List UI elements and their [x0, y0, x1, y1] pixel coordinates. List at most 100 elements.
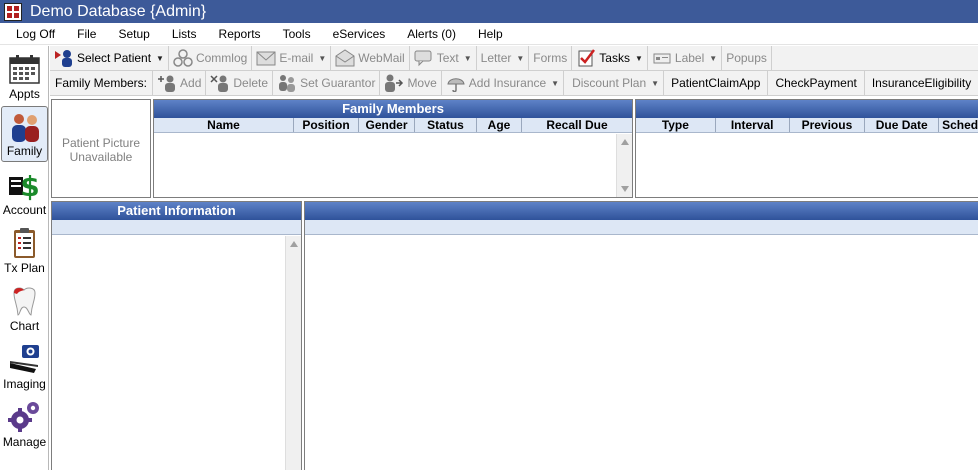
add-insurance-label: Add Insurance	[468, 76, 547, 90]
select-patient-label: Select Patient	[77, 51, 152, 65]
menu-log-off[interactable]: Log Off	[0, 23, 66, 45]
letter-button[interactable]: Letter ▼	[477, 45, 530, 71]
module-label: Imaging	[3, 377, 46, 391]
tasks-label: Tasks	[599, 51, 630, 65]
column-header-status[interactable]: Status	[415, 118, 477, 132]
menu-tools[interactable]: Tools	[272, 23, 322, 45]
scroll-up-icon[interactable]	[290, 241, 298, 247]
add-insurance-button[interactable]: Add Insurance ▼	[442, 70, 565, 96]
module-family[interactable]: Family	[1, 106, 48, 162]
text-button[interactable]: Text ▼	[410, 45, 477, 71]
family-toolbar: Family Members: Add Delete Set Guarantor…	[50, 70, 978, 96]
module-manage[interactable]: Manage	[1, 396, 48, 452]
module-chart[interactable]: Chart	[1, 280, 48, 336]
text-message-icon	[414, 49, 434, 67]
module-bar: Appts Family $ Account Tx Plan Chart Ima…	[0, 46, 49, 470]
add-insurance-dropdown-icon[interactable]: ▼	[551, 79, 559, 88]
email-label: E-mail	[279, 51, 314, 65]
recall-grid: Type Interval Previous Due Date Sched	[635, 99, 978, 198]
family-members-scrollbar[interactable]	[616, 134, 632, 197]
column-header-type[interactable]: Type	[636, 118, 716, 132]
menu-reports[interactable]: Reports	[208, 23, 272, 45]
family-members-grid: Family Members Name Position Gender Stat…	[153, 99, 633, 198]
module-label: Family	[6, 144, 43, 158]
commlog-label: Commlog	[195, 51, 248, 65]
module-appts[interactable]: Appts	[1, 48, 48, 104]
module-label: Appts	[9, 87, 40, 101]
tasks-dropdown-icon[interactable]: ▼	[635, 54, 643, 63]
menu-alerts[interactable]: Alerts (0)	[396, 23, 467, 45]
family-icon	[12, 114, 39, 142]
main-toolbar: Select Patient ▼ Commlog E-mail ▼ WebMai…	[50, 45, 978, 71]
column-header-name[interactable]: Name	[154, 118, 294, 132]
label-label: Label	[674, 51, 705, 65]
column-header-age[interactable]: Age	[477, 118, 522, 132]
column-header-position[interactable]: Position	[294, 118, 359, 132]
patient-information-grid: Patient Information	[51, 201, 302, 470]
module-label: Tx Plan	[4, 261, 45, 275]
column-header-previous[interactable]: Previous	[790, 118, 866, 132]
patient-detail-grid	[304, 201, 978, 470]
menu-help[interactable]: Help	[467, 23, 514, 45]
title-bar: Demo Database {Admin}	[0, 0, 978, 23]
patient-information-title: Patient Information	[52, 202, 301, 220]
email-dropdown-icon[interactable]: ▼	[318, 54, 326, 63]
patient-information-scrollbar[interactable]	[285, 236, 301, 470]
discount-plan-button[interactable]: Discount Plan ▼	[564, 70, 665, 96]
webmail-icon	[335, 49, 355, 67]
letter-dropdown-icon[interactable]: ▼	[516, 54, 524, 63]
tasks-checklist-icon	[576, 49, 596, 67]
select-patient-dropdown-icon[interactable]: ▼	[156, 54, 164, 63]
add-family-member-button[interactable]: Add	[153, 70, 207, 96]
text-dropdown-icon[interactable]: ▼	[464, 54, 472, 63]
popups-label: Popups	[726, 51, 767, 65]
dollar-icon: $	[9, 170, 40, 201]
module-imaging[interactable]: Imaging	[1, 338, 48, 394]
commlog-button[interactable]: Commlog	[169, 45, 253, 71]
column-header-gender[interactable]: Gender	[359, 118, 415, 132]
popups-button[interactable]: Popups	[722, 45, 772, 71]
label-button[interactable]: Label ▼	[648, 45, 723, 71]
label-dropdown-icon[interactable]: ▼	[709, 54, 717, 63]
column-header-sched[interactable]: Sched	[939, 118, 978, 132]
select-patient-button[interactable]: Select Patient ▼	[50, 45, 169, 71]
webmail-button[interactable]: WebMail	[331, 45, 410, 71]
menu-eservices[interactable]: eServices	[322, 23, 397, 45]
module-label: Manage	[2, 435, 47, 449]
recall-grid-title	[636, 100, 978, 118]
discount-plan-label: Discount Plan	[572, 76, 647, 90]
module-tx-plan[interactable]: Tx Plan	[1, 222, 48, 278]
column-header-due-date[interactable]: Due Date	[865, 118, 940, 132]
forms-button[interactable]: Forms	[529, 45, 573, 71]
forms-label: Forms	[533, 51, 568, 65]
menu-file[interactable]: File	[66, 23, 107, 45]
module-label: Account	[2, 203, 47, 217]
tasks-button[interactable]: Tasks ▼	[572, 45, 648, 71]
column-header-recall-due[interactable]: Recall Due	[522, 118, 632, 132]
menu-lists[interactable]: Lists	[161, 23, 208, 45]
family-members-title: Family Members	[154, 100, 632, 118]
check-payment-button[interactable]: CheckPayment	[768, 70, 865, 96]
patient-detail-title	[305, 202, 978, 220]
module-account[interactable]: $ Account	[1, 164, 48, 220]
email-button[interactable]: E-mail ▼	[252, 45, 332, 71]
patient-claim-app-button[interactable]: PatientClaimApp	[664, 70, 769, 96]
set-guarantor-button[interactable]: Set Guarantor	[273, 70, 381, 96]
column-header-interval[interactable]: Interval	[716, 118, 790, 132]
move-family-member-button[interactable]: Move	[380, 70, 442, 96]
discount-plan-dropdown-icon[interactable]: ▼	[651, 79, 659, 88]
label-icon	[652, 49, 672, 67]
delete-family-member-button[interactable]: Delete	[206, 70, 274, 96]
clipboard-icon	[14, 228, 35, 258]
menu-setup[interactable]: Setup	[107, 23, 160, 45]
move-person-icon	[384, 74, 404, 92]
scroll-up-icon[interactable]	[621, 139, 629, 145]
app-logo-icon	[4, 2, 22, 21]
scroll-down-icon[interactable]	[621, 186, 629, 192]
letter-label: Letter	[480, 51, 512, 65]
text-label: Text	[436, 51, 459, 65]
add-label: Add	[180, 76, 202, 90]
gears-icon	[8, 402, 39, 432]
set-guarantor-label: Set Guarantor	[300, 76, 376, 90]
insurance-eligibility-button[interactable]: InsuranceEligibility	[865, 71, 978, 96]
